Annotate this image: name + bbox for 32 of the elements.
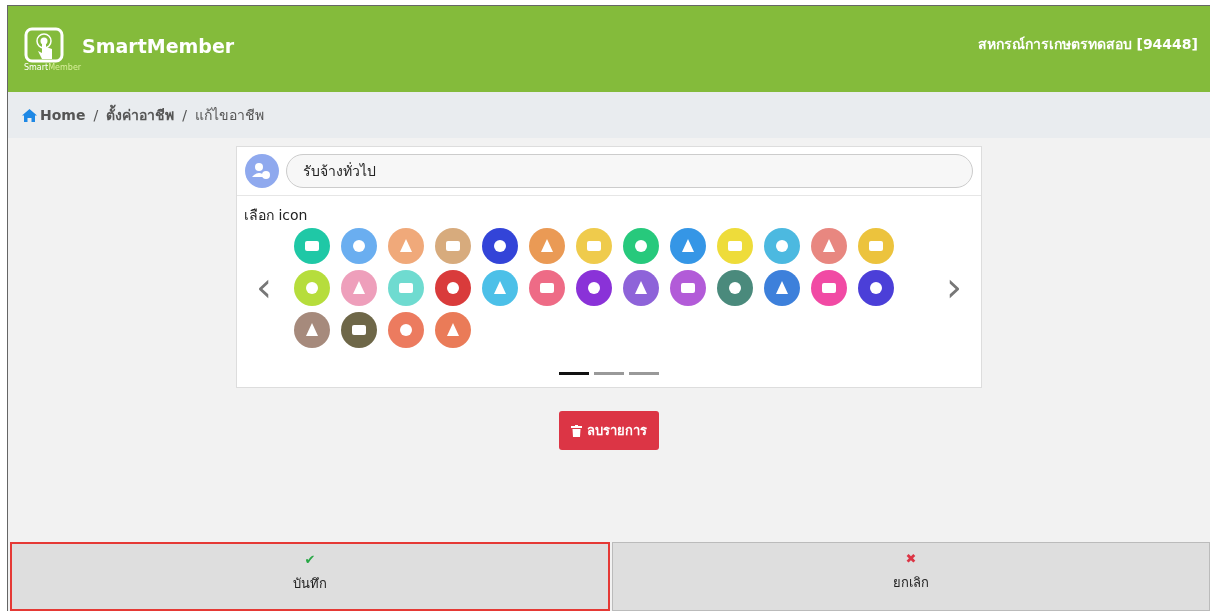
icon-option[interactable] bbox=[529, 270, 565, 306]
home-icon bbox=[22, 108, 37, 122]
next-button[interactable]: › bbox=[934, 267, 974, 307]
status-icon: ✔ bbox=[304, 552, 316, 567]
icon-option[interactable] bbox=[341, 312, 377, 348]
cancel-button[interactable]: ✖ ยกเลิก bbox=[612, 542, 1210, 611]
breadcrumb-link[interactable]: ตั้งค่าอาชีพ bbox=[106, 104, 175, 126]
icon-option[interactable] bbox=[811, 270, 847, 306]
delete-button[interactable]: ลบรายการ bbox=[559, 411, 659, 450]
breadcrumb-separator: / bbox=[182, 107, 187, 123]
icon-option[interactable] bbox=[435, 270, 471, 306]
save-button[interactable]: ✔ บันทึก bbox=[10, 542, 610, 611]
occupation-name-field[interactable]: รับจ้างทั่วไป bbox=[286, 154, 973, 188]
home-link[interactable]: Home bbox=[22, 107, 86, 123]
icon-option[interactable] bbox=[670, 270, 706, 306]
brand-name: SmartMember bbox=[82, 35, 235, 57]
icon-option[interactable] bbox=[670, 228, 706, 264]
icon-option[interactable] bbox=[294, 312, 330, 348]
organization-name: สหกรณ์การเกษตรทดสอบ [94448] bbox=[977, 35, 1198, 54]
status-icon: ✖ bbox=[905, 551, 917, 566]
icon-option[interactable] bbox=[482, 228, 518, 264]
avatar-icon bbox=[245, 154, 279, 188]
breadcrumb-current: แก้ไขอาชีพ bbox=[194, 106, 264, 125]
breadcrumb-separator: / bbox=[93, 107, 99, 123]
previous-button[interactable]: ‹ bbox=[244, 267, 284, 307]
icon-option[interactable] bbox=[623, 270, 659, 306]
icon-option[interactable] bbox=[717, 270, 753, 306]
icon-option[interactable] bbox=[858, 270, 894, 306]
trash-icon bbox=[571, 424, 582, 437]
icon-option[interactable] bbox=[576, 270, 612, 306]
icon-option[interactable] bbox=[764, 270, 800, 306]
icon-picker-label: เลือก icon bbox=[244, 206, 309, 225]
